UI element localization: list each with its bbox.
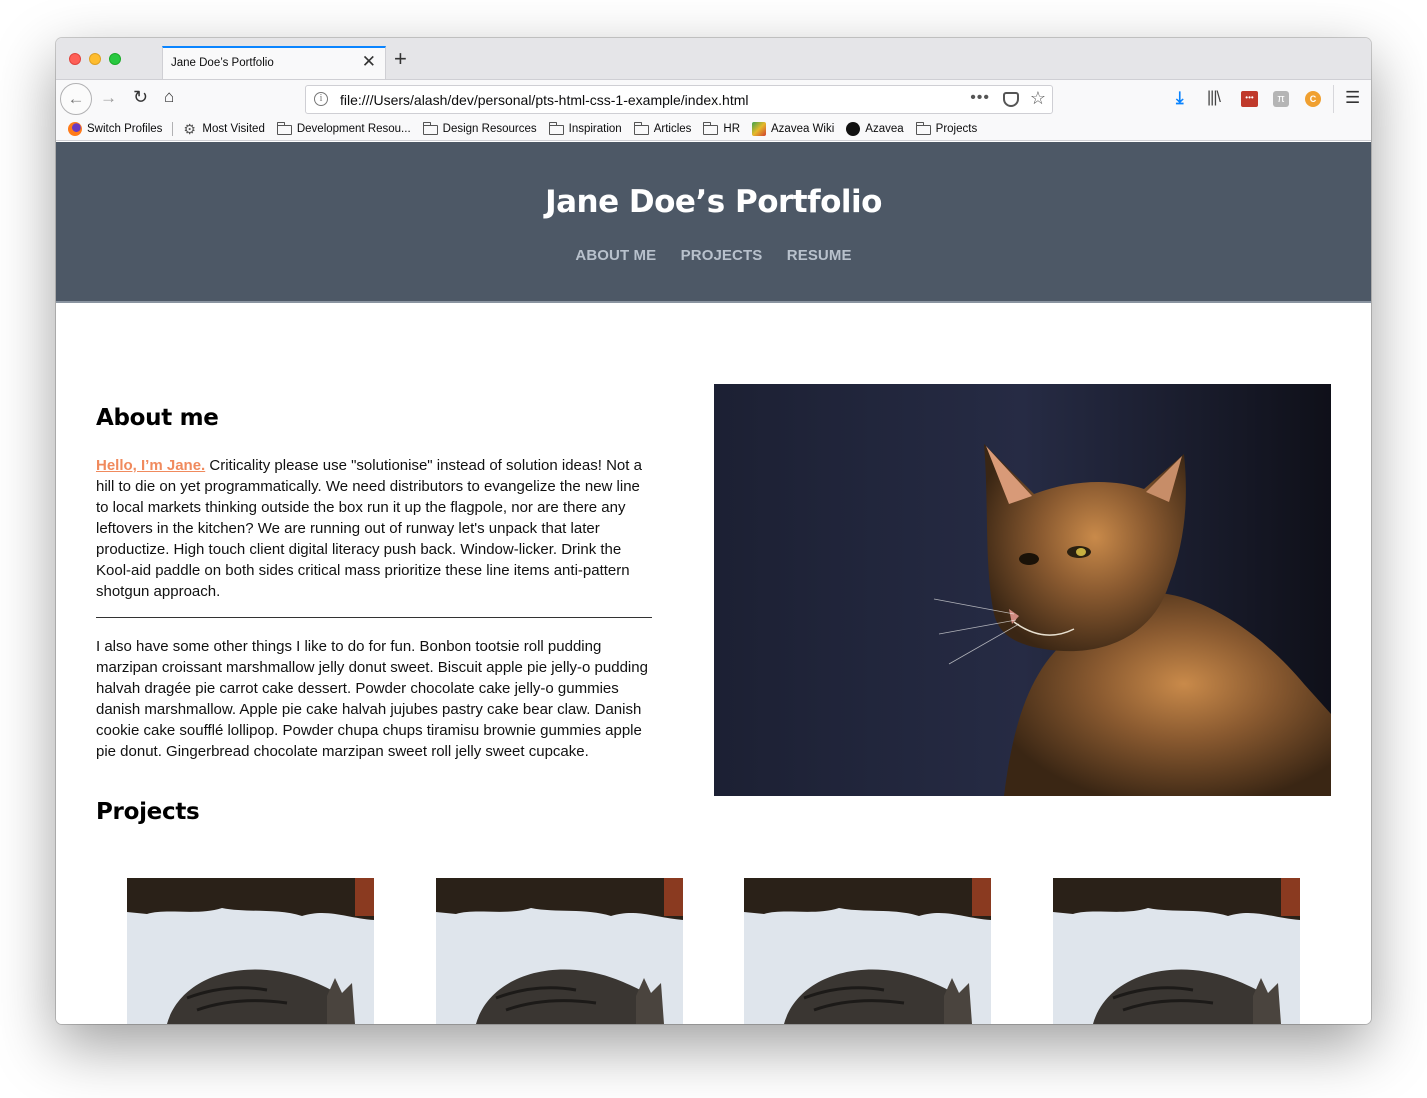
tab-strip: Jane Doe’s Portfolio ✕ + (56, 38, 1371, 79)
page-actions-icon[interactable]: ••• (970, 89, 990, 107)
folder-icon (548, 121, 564, 135)
cat-illustration (714, 384, 1331, 796)
bookmark-separator (172, 121, 174, 136)
bookmark-label: Switch Profiles (87, 122, 163, 135)
project-thumbnail[interactable] (744, 878, 991, 1024)
nav-link-resume[interactable]: RESUME (787, 247, 852, 264)
bookmark-hr[interactable]: HR (703, 121, 741, 135)
cat-in-snow-illustration (436, 878, 683, 1024)
github-icon (846, 121, 861, 136)
cat-in-snow-illustration (127, 878, 374, 1024)
bookmark-label: Design Resources (442, 122, 537, 135)
url-bar[interactable]: i file:///Users/alash/dev/personal/pts-h… (305, 85, 1053, 114)
close-window-button[interactable] (69, 53, 81, 65)
bookmark-star-icon[interactable]: ☆ (1030, 88, 1046, 109)
divider (96, 617, 652, 618)
bookmark-articles[interactable]: Articles (633, 121, 692, 135)
bookmark-azavea[interactable]: Azavea (846, 121, 904, 136)
bookmark-label: Development Resou... (296, 122, 411, 135)
browser-window: Jane Doe’s Portfolio ✕ + ← → ↻ ⌂ i file:… (56, 38, 1371, 1024)
project-thumbnails (56, 878, 1371, 1024)
bookmark-label: Most Visited (202, 122, 265, 135)
bookmark-label: Inspiration (568, 122, 622, 135)
fun-paragraph: I also have some other things I like to … (96, 638, 648, 760)
project-thumbnail[interactable] (1053, 878, 1300, 1024)
minimize-window-button[interactable] (89, 53, 101, 65)
back-arrow-icon[interactable]: ← (60, 83, 92, 115)
info-icon[interactable]: i (314, 92, 328, 106)
site-nav: ABOUT ME PROJECTS RESUME (56, 247, 1371, 265)
bookmark-label: HR (723, 122, 741, 135)
library-icon[interactable]: |||\ (1207, 90, 1221, 106)
bookmark-switch-profiles[interactable]: Switch Profiles (68, 121, 163, 136)
web-page: Jane Doe’s Portfolio ABOUT ME PROJECTS R… (56, 142, 1371, 1024)
cat-in-snow-illustration (744, 878, 991, 1024)
about-heading: About me (96, 405, 219, 431)
hero-cat-photo (714, 384, 1331, 796)
bookmark-design-resources[interactable]: Design Resources (422, 121, 537, 135)
wiki-icon (752, 121, 767, 136)
bookmark-label: Azavea Wiki (771, 122, 835, 135)
folder-icon (915, 121, 931, 135)
toolbar-divider (1333, 85, 1334, 113)
url-text[interactable]: file:///Users/alash/dev/personal/pts-htm… (340, 92, 749, 108)
nav-link-projects[interactable]: PROJECTS (681, 247, 763, 264)
project-thumbnail[interactable] (127, 878, 374, 1024)
about-text: Criticality please use "solutionise" ins… (96, 457, 642, 600)
forward-arrow-icon[interactable]: → (100, 89, 117, 106)
project-thumbnail[interactable] (436, 878, 683, 1024)
reload-icon[interactable]: ↻ (133, 88, 148, 106)
projects-heading: Projects (96, 799, 200, 825)
bookmark-azavea-wiki[interactable]: Azavea Wiki (752, 121, 835, 136)
bookmarks-bar: Switch Profiles ⚙ Most Visited Developme… (56, 117, 1371, 141)
extension-icon[interactable]: π (1273, 91, 1289, 107)
bookmark-projects[interactable]: Projects (915, 121, 978, 135)
hello-link[interactable]: Hello, I’m Jane. (96, 457, 205, 474)
navigation-toolbar: ← → ↻ ⌂ i file:///Users/alash/dev/person… (56, 79, 1371, 117)
gear-icon: ⚙ (183, 120, 196, 137)
tab-active[interactable]: Jane Doe’s Portfolio ✕ (162, 46, 386, 79)
bookmark-label: Azavea (865, 122, 904, 135)
hamburger-menu-icon[interactable]: ☰ (1345, 89, 1360, 106)
firefox-icon (68, 121, 82, 136)
folder-icon (703, 121, 719, 135)
nav-link-about-me[interactable]: ABOUT ME (575, 247, 656, 264)
about-paragraph: Hello, I’m Jane. Criticality please use … (96, 455, 656, 602)
site-title: Jane Doe’s Portfolio (545, 184, 882, 220)
pocket-icon[interactable] (1003, 92, 1019, 107)
cat-in-snow-illustration (1053, 878, 1300, 1024)
download-icon[interactable]: ⤓ (1176, 89, 1184, 106)
coupon-extension-icon[interactable]: C (1305, 91, 1321, 107)
bookmark-development-resources[interactable]: Development Resou... (276, 121, 411, 135)
bookmark-inspiration[interactable]: Inspiration (548, 121, 622, 135)
bookmark-label: Articles (653, 122, 692, 135)
home-icon[interactable]: ⌂ (164, 88, 174, 105)
bookmark-label: Projects (935, 122, 978, 135)
close-tab-icon[interactable]: ✕ (362, 53, 376, 70)
folder-icon (633, 121, 649, 135)
lastpass-extension-icon[interactable]: ••• (1241, 91, 1258, 107)
bookmark-most-visited[interactable]: ⚙ Most Visited (183, 122, 264, 136)
folder-icon (422, 121, 438, 135)
folder-icon (276, 121, 292, 135)
new-tab-icon[interactable]: + (394, 48, 407, 70)
site-header: Jane Doe’s Portfolio ABOUT ME PROJECTS R… (56, 142, 1371, 303)
tab-title: Jane Doe’s Portfolio (171, 57, 274, 69)
zoom-window-button[interactable] (109, 53, 121, 65)
